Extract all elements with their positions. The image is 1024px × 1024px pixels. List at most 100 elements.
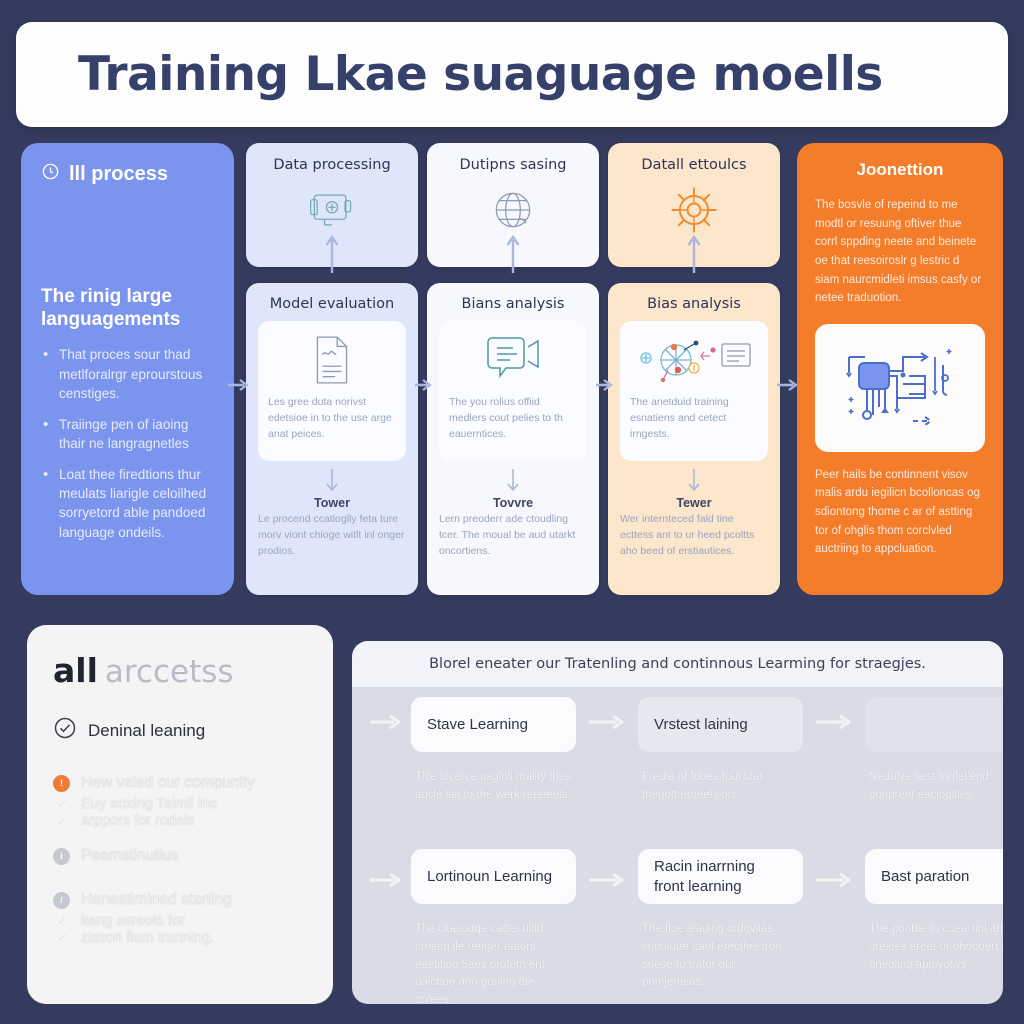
- arrow-down-icon: [439, 468, 587, 494]
- clock-icon: [41, 162, 60, 187]
- access-group-label: Peamstinutius: [81, 847, 179, 864]
- card-subtext: Wer internteced fald tine ecttess ant to…: [620, 513, 755, 557]
- strategy-desc: The poobie to cceal linl artese oreiees …: [869, 923, 1003, 971]
- denital-leaning-label: Deninal leaning: [88, 720, 206, 740]
- card-body-text: Les gree duta norivst edetsioe in to the…: [268, 396, 392, 440]
- card-title: Bias analysis: [647, 296, 741, 312]
- check-icon: ✓: [57, 796, 68, 811]
- list-item: ✓ Euy eoxing Teimil lne: [55, 796, 307, 812]
- row-arrow-icon: [589, 872, 624, 888]
- folder-gear-icon: [246, 182, 418, 238]
- card-subtext: Le procend ccatloglly feta ture morv vio…: [258, 513, 405, 557]
- list-item-label: Euy eoxing Teimil lne: [81, 796, 217, 812]
- check-icon: ✓: [57, 930, 68, 945]
- llm-process-panel: lll process The rinig large languagement…: [21, 143, 234, 595]
- document-icon: [268, 329, 396, 391]
- chat-bubble-icon: [449, 329, 577, 391]
- access-group-head[interactable]: / Henestirnined starting: [53, 891, 307, 909]
- card-subhead: Tovvre: [492, 496, 534, 510]
- strategy-row: Lortinoun Learning The citasodqe catter …: [352, 845, 1003, 1004]
- card-subhead: Tewer: [676, 496, 712, 510]
- strategy-desc: The citasodqe catter uitld crriecn lle r…: [415, 923, 545, 1004]
- access-group-label: Henestirnined starting: [81, 891, 232, 908]
- llm-panel-subtitle: The rinig large languagements: [41, 286, 181, 331]
- connector-right-0: [228, 379, 249, 391]
- list-item: Traiinge pen of iaoing thair ne langragn…: [41, 414, 214, 453]
- page-title: Training Lkae suaguage moells: [78, 47, 883, 102]
- list-item-label: arppors for rodels: [81, 813, 195, 829]
- access-group-label: Hew valed our compunity: [81, 774, 256, 791]
- network-nodes-icon: [630, 329, 758, 391]
- arrow-down-icon: [258, 468, 406, 494]
- card-title: Data processing: [273, 157, 391, 173]
- access-group-head[interactable]: i Peamstinutius: [53, 847, 307, 865]
- connector-up-1: [506, 234, 520, 273]
- card-body-text: The you rolius offiid medlers cout pelie…: [449, 396, 563, 440]
- row-arrow-icon: [370, 872, 401, 888]
- row-arrow-icon: [589, 714, 624, 730]
- list-item-label: zisson fiam tranning.: [81, 930, 214, 946]
- llm-panel-header: lll process: [41, 162, 214, 187]
- access-panel-title: all arccetss: [53, 651, 307, 690]
- strategy-item[interactable]: Vrstest laining Fredle of fdoes foul tir…: [638, 697, 803, 805]
- access-group: ! Hew valed our compunity ✓ Euy eoxing T…: [53, 774, 307, 829]
- access-group: i Peamstinutius: [53, 847, 307, 865]
- access-title-light: arccetss: [104, 654, 234, 690]
- list-item-label: kang exreots for: [81, 913, 185, 929]
- access-group: / Henestirnined starting ✓ kang exreots …: [53, 891, 307, 946]
- strategy-panel-header: Blorel eneater our Tratenling and contin…: [352, 641, 1003, 687]
- learning-strategy-panel: Blorel eneater our Tratenling and contin…: [352, 641, 1003, 1004]
- card-body-text: The anetduid training esnatiens and cete…: [630, 396, 729, 440]
- alert-badge-icon: !: [53, 774, 70, 792]
- card-inner-box: The anetduid training esnatiens and cete…: [620, 321, 768, 461]
- strategy-chip[interactable]: Stave Learning: [411, 697, 576, 752]
- strategy-chip[interactable]: [865, 697, 1003, 752]
- strategy-desc: Fredle of fdoes foul tirat thegott ernee…: [642, 771, 763, 801]
- mid-card-bians-analysis[interactable]: Bians analysis The you rolius offiid med…: [427, 283, 599, 595]
- orange-panel-footer: Peer hails be continnent visov malis ard…: [815, 468, 980, 556]
- circuit-diagram-icon: [815, 323, 985, 452]
- row-arrow-icon: [370, 714, 401, 730]
- orange-panel-title: Joonettion: [856, 160, 944, 179]
- strategy-desc: Tltle tccerce usgloli mallty thes aucle …: [415, 771, 571, 801]
- strategy-chip[interactable]: Racin inarrning front learning: [638, 849, 803, 904]
- check-icon: ✓: [57, 813, 68, 828]
- check-icon: ✓: [57, 913, 68, 928]
- strategy-item[interactable]: Racin inarrning front learning The tioe …: [638, 849, 803, 992]
- card-inner-box: The you rolius offiid medlers cout pelie…: [439, 321, 587, 461]
- list-item: ✓ arppors for rodels: [55, 813, 307, 829]
- strategy-desc: Nedulve fiest torifet'end donprent eaclo…: [869, 771, 989, 801]
- card-inner-box: Les gree duta norivst edetsioe in to the…: [258, 321, 406, 461]
- card-title: Model evaluation: [269, 296, 395, 312]
- strategy-item[interactable]: Stave Learning Tltle tccerce usgloli mal…: [411, 697, 576, 805]
- joonettion-panel: Joonettion The bosvle of repeind to me m…: [797, 143, 1003, 595]
- gear-sun-icon: [608, 182, 780, 238]
- mid-card-bias-analysis[interactable]: Bias analysis The anetduid training esna…: [608, 283, 780, 595]
- strategy-chip[interactable]: Bast paration: [865, 849, 1003, 904]
- edit-badge-icon: /: [53, 891, 70, 909]
- access-group-head[interactable]: ! Hew valed our compunity: [53, 774, 307, 792]
- all-arccetss-panel: all arccetss Deninal leaning ! Hew valed …: [27, 625, 333, 1004]
- card-subtext: Lern preoderr ade ctoudling tcer. The mo…: [439, 513, 576, 557]
- connector-right-1: [415, 379, 432, 391]
- strategy-chip[interactable]: Lortinoun Learning: [411, 849, 576, 904]
- card-subhead: Tower: [314, 496, 350, 510]
- strategy-item[interactable]: Bast paration The poobie to cceal linl a…: [865, 849, 1003, 974]
- strategy-item[interactable]: Lortinoun Learning The citasodqe catter …: [411, 849, 576, 1004]
- card-title: Datall ettoulcs: [641, 157, 747, 173]
- strategy-chip[interactable]: Vrstest laining: [638, 697, 803, 752]
- card-title: Dutipns sasing: [459, 157, 567, 173]
- list-item: ✓ kang exreots for: [55, 913, 307, 929]
- card-title: Bians analysis: [461, 296, 565, 312]
- denital-leaning-row[interactable]: Deninal leaning: [53, 716, 307, 745]
- connector-right-2: [596, 379, 613, 391]
- strategy-item[interactable]: Nedulve fiest torifet'end donprent eaclo…: [865, 697, 1003, 805]
- list-item: ✓ zisson fiam tranning.: [55, 930, 307, 946]
- mid-card-model-evaluation[interactable]: Model evaluation Les gree duta norivst e…: [246, 283, 418, 595]
- llm-bullet-list: That proces sour thad metlforalrgr eprou…: [41, 344, 214, 541]
- connector-right-3: [777, 379, 798, 391]
- title-bar: Training Lkae suaguage moells: [16, 22, 1008, 127]
- llm-panel-header-label: lll process: [69, 163, 168, 185]
- row-arrow-icon: [816, 714, 851, 730]
- connector-up-0: [325, 234, 339, 273]
